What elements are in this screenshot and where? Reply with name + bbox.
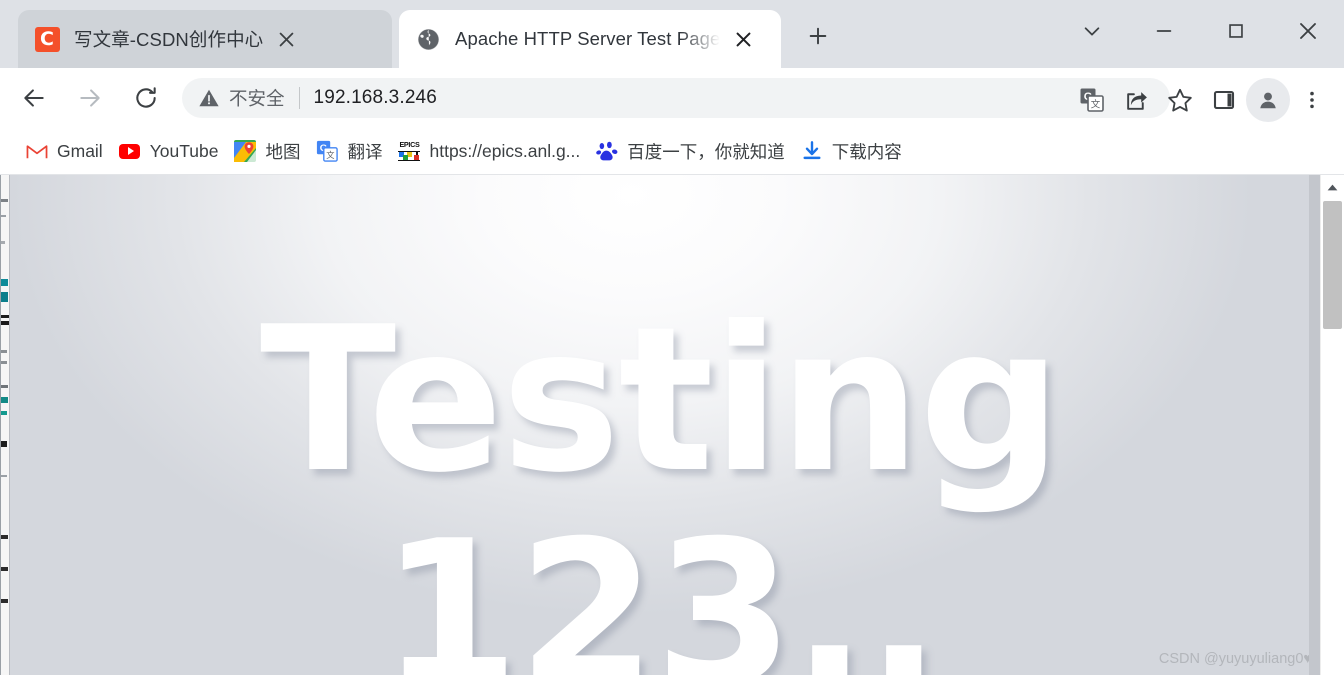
more-menu-icon[interactable] (1290, 78, 1334, 122)
bookmark-gmail[interactable]: Gmail (18, 134, 111, 168)
bookmark-label: YouTube (149, 140, 219, 161)
bookmark-label: https://epics.anl.g... (429, 140, 581, 161)
bookmark-label: 地图 (265, 141, 301, 162)
bookmark-baidu[interactable]: 百度一下，你就知道 (588, 134, 793, 168)
bookmark-maps[interactable]: 地图 (226, 134, 308, 168)
tab-apache[interactable]: Apache HTTP Server Test Page (399, 10, 781, 68)
page-heading-line2: 123.. (380, 498, 941, 675)
download-icon (801, 140, 823, 162)
globe-icon (415, 26, 441, 52)
google-maps-icon (234, 140, 257, 162)
tab-close-button[interactable] (728, 24, 758, 54)
maximize-icon (1229, 24, 1243, 38)
new-tab-button[interactable] (798, 16, 838, 56)
google-translate-icon: G 文 (316, 140, 339, 162)
toolbar-actions: G 文 (1070, 78, 1334, 122)
tab-title: 写文章-CSDN创作中心 (74, 29, 264, 50)
chevron-down-icon (1084, 27, 1100, 36)
gmail-icon (26, 140, 48, 162)
tab-title: Apache HTTP Server Test Page (455, 28, 721, 49)
bookmark-label: 下载内容 (831, 141, 902, 162)
page-right-edge (1309, 175, 1320, 675)
maximize-button[interactable] (1200, 0, 1272, 62)
tab-close-button[interactable] (271, 24, 301, 54)
bookmarks-bar: Gmail YouTube 地图 文 翻译 EPICS https://epic… (0, 128, 1344, 175)
reload-icon (136, 87, 156, 108)
scrollbar-up-arrow[interactable] (1321, 175, 1344, 199)
triangle-up-icon (1327, 184, 1338, 190)
scrollbar-thumb[interactable] (1323, 201, 1342, 329)
svg-text:文: 文 (1091, 99, 1101, 111)
minimize-button[interactable] (1128, 0, 1200, 62)
baidu-icon (596, 140, 618, 162)
bookmark-youtube[interactable]: YouTube (111, 134, 227, 168)
browser-window: C 写文章-CSDN创作中心 Apache HTTP Server Test P… (0, 0, 1344, 675)
bookmark-label: 翻译 (347, 141, 383, 162)
window-controls (1056, 0, 1344, 62)
profile-avatar[interactable] (1246, 78, 1290, 122)
arrow-left-icon (24, 89, 44, 107)
bookmark-translate[interactable]: G 文 翻译 (308, 134, 390, 168)
url-text[interactable]: 192.168.3.246 (314, 87, 437, 109)
bookmark-downloads[interactable]: 下载内容 (793, 134, 910, 168)
page-heading-line1: Testing (259, 284, 1062, 517)
bookmark-label: Gmail (57, 140, 103, 161)
bookmark-epics[interactable]: EPICS https://epics.anl.g... (390, 134, 588, 168)
arrow-right-icon (80, 89, 100, 107)
translate-icon[interactable]: G 文 (1070, 78, 1114, 122)
youtube-icon (119, 140, 141, 162)
csdn-watermark: CSDN @yuyuyuliang0♥ (1158, 651, 1312, 667)
csdn-icon: C (34, 26, 60, 52)
minimize-icon (1156, 30, 1172, 32)
browser-toolbar: 不安全 192.168.3.246 G 文 (0, 68, 1344, 128)
forward-button[interactable] (68, 76, 112, 120)
tab-strip: C 写文章-CSDN创作中心 Apache HTTP Server Test P… (0, 0, 1344, 68)
test-page-hero: Testing 123.. (0, 175, 1320, 675)
close-button[interactable] (1272, 0, 1344, 62)
warning-triangle-icon[interactable] (198, 87, 220, 109)
tab-csdn[interactable]: C 写文章-CSDN创作中心 (18, 10, 392, 68)
bookmark-label: 百度一下，你就知道 (627, 141, 785, 162)
epics-icon: EPICS (398, 140, 421, 162)
page-viewport: Testing 123.. CSDN @yuyuyuliang0♥ (0, 175, 1344, 675)
plus-icon (809, 27, 827, 45)
close-icon (1300, 23, 1316, 39)
side-panel-icon[interactable] (1202, 78, 1246, 122)
omnibox-divider (298, 87, 300, 109)
tab-search-button[interactable] (1056, 0, 1128, 62)
bookmark-star-icon[interactable] (1158, 78, 1202, 122)
security-status-label: 不安全 (229, 88, 285, 109)
address-bar[interactable]: 不安全 192.168.3.246 (182, 78, 1170, 118)
back-button[interactable] (12, 76, 56, 120)
svg-text:文: 文 (327, 150, 335, 160)
share-icon[interactable] (1114, 78, 1158, 122)
reload-button[interactable] (124, 76, 168, 120)
page-scrollbar[interactable] (1320, 175, 1344, 675)
